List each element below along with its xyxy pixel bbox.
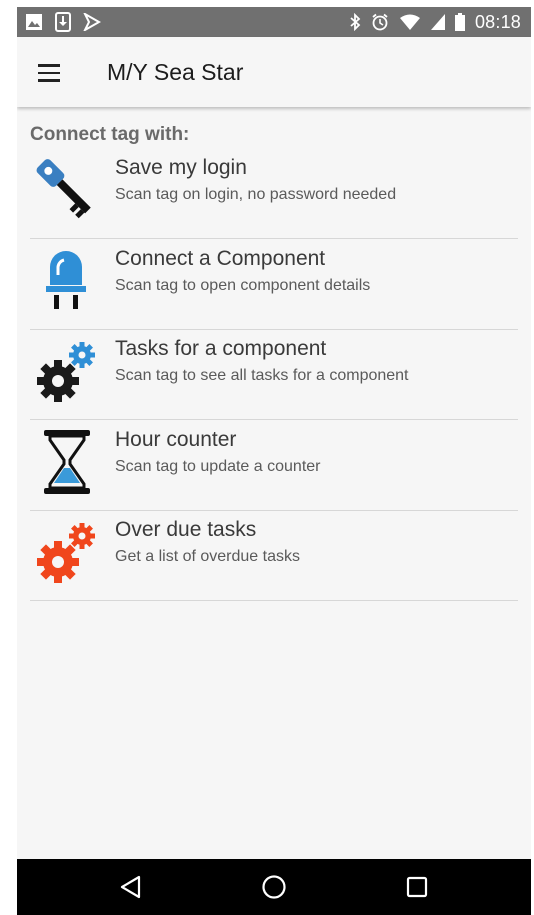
item-title: Connect a Component (115, 247, 326, 270)
alarm-icon (372, 13, 388, 31)
key-icon (36, 159, 91, 219)
status-time: 08:18 (474, 11, 521, 32)
overdue-gears-icon (37, 523, 95, 583)
list-item-tasks-component[interactable]: Tasks for a component Scan tag to see al… (30, 329, 518, 420)
bluetooth-icon (350, 13, 361, 31)
app-title: M/Y Sea Star (107, 59, 244, 85)
led-icon (46, 251, 86, 309)
flag-icon (83, 13, 101, 31)
recents-icon (406, 876, 428, 898)
wifi-icon (399, 14, 420, 30)
signal-icon (430, 14, 445, 30)
status-bar: 08:18 (17, 7, 531, 37)
list-item-connect-component[interactable]: Connect a Component Scan tag to open com… (30, 239, 518, 330)
section-header: Connect tag with: (30, 124, 190, 145)
home-button[interactable] (244, 859, 304, 915)
gears-icon (37, 342, 95, 402)
item-title: Tasks for a component (115, 337, 327, 360)
app-bar: M/Y Sea Star (17, 37, 531, 107)
item-subtitle: Scan tag on login, no password needed (115, 186, 397, 203)
navigation-bar (17, 859, 531, 915)
item-subtitle: Scan tag to open component details (115, 277, 371, 294)
list-item-save-login[interactable]: Save my login Scan tag on login, no pass… (30, 148, 518, 239)
image-icon (26, 14, 42, 30)
list-item-overdue-tasks[interactable]: Over due tasks Get a list of overdue tas… (30, 510, 518, 601)
item-subtitle: Scan tag to see all tasks for a componen… (115, 367, 409, 384)
list-item-hour-counter[interactable]: Hour counter Scan tag to update a counte… (30, 420, 518, 511)
recents-button[interactable] (387, 859, 447, 915)
download-icon (55, 12, 71, 32)
item-subtitle: Get a list of overdue tasks (115, 548, 300, 565)
hourglass-icon (44, 430, 90, 494)
item-subtitle: Scan tag to update a counter (115, 458, 321, 475)
item-title: Save my login (115, 156, 247, 179)
item-title: Over due tasks (115, 518, 257, 541)
home-icon (262, 875, 286, 899)
battery-icon (454, 13, 465, 31)
phone-screen: 08:18 M/Y Sea Star Connect tag with: Sav… (17, 7, 531, 915)
back-icon (120, 875, 141, 899)
item-title: Hour counter (115, 428, 237, 451)
hamburger-menu-icon[interactable] (33, 57, 65, 89)
back-button[interactable] (101, 859, 161, 915)
